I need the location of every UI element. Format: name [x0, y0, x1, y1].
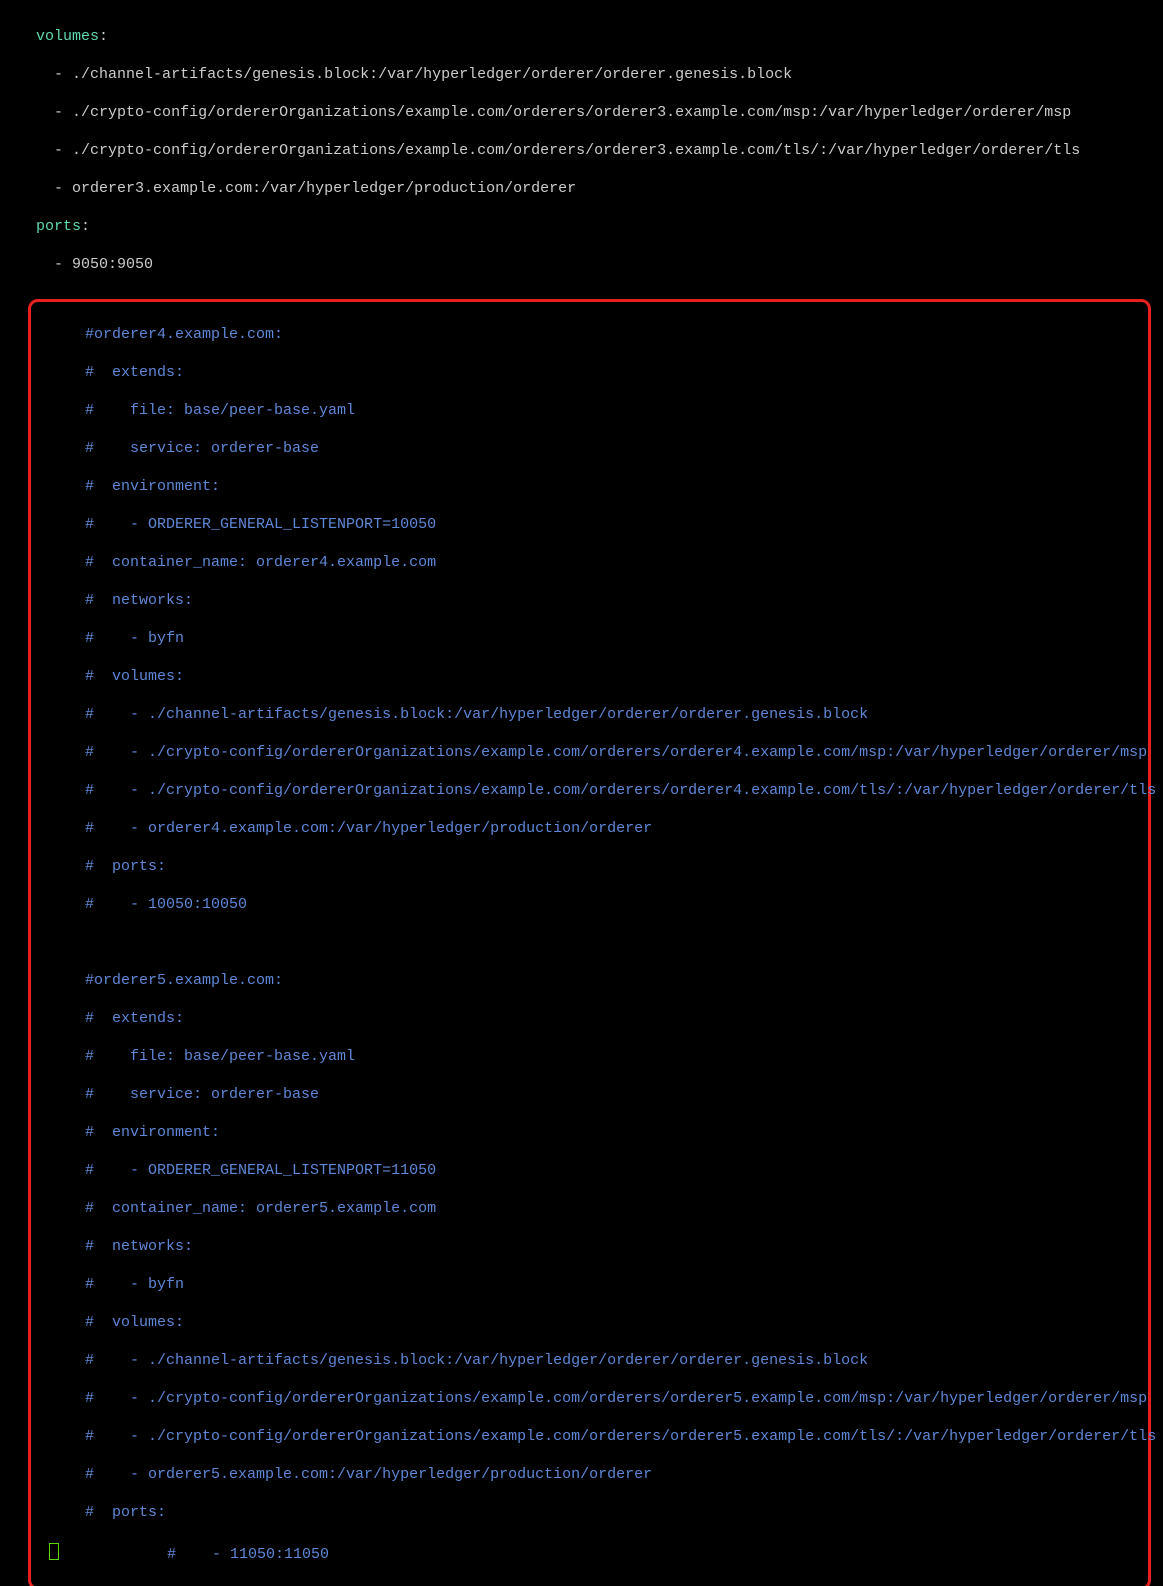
comment-line: # volumes:: [31, 1313, 1148, 1332]
comment-line: # file: base/peer-base.yaml: [31, 1047, 1148, 1066]
comment-line: # - ORDERER_GENERAL_LISTENPORT=11050: [31, 1161, 1148, 1180]
comment-line: # file: base/peer-base.yaml: [31, 401, 1148, 420]
comment-line: # extends:: [31, 363, 1148, 382]
comment-line: # environment:: [31, 1123, 1148, 1142]
yaml-volume-item: - ./crypto-config/ordererOrganizations/e…: [0, 103, 1163, 122]
comment-line: # ports:: [31, 1503, 1148, 1522]
comment-line: # - ./channel-artifacts/genesis.block:/v…: [31, 1351, 1148, 1370]
comment-line: # - ./channel-artifacts/genesis.block:/v…: [31, 705, 1148, 724]
comment-line: # environment:: [31, 477, 1148, 496]
comment-line: # container_name: orderer5.example.com: [31, 1199, 1148, 1218]
comment-line: #orderer5.example.com:: [31, 971, 1148, 990]
comment-line: # - ./crypto-config/ordererOrganizations…: [31, 781, 1148, 800]
comment-line: # volumes:: [31, 667, 1148, 686]
code-editor[interactable]: volumes: - ./channel-artifacts/genesis.b…: [0, 8, 1163, 1586]
yaml-volumes-key: volumes:: [0, 27, 1163, 46]
comment-line: # networks:: [31, 1237, 1148, 1256]
comment-line: # service: orderer-base: [31, 439, 1148, 458]
comment-line: # - byfn: [31, 1275, 1148, 1294]
comment-line: # - orderer5.example.com:/var/hyperledge…: [31, 1465, 1148, 1484]
comment-line: # networks:: [31, 591, 1148, 610]
comment-line: # - ./crypto-config/ordererOrganizations…: [31, 1389, 1148, 1408]
comment-line: # - orderer4.example.com:/var/hyperledge…: [31, 819, 1148, 838]
comment-line: # ports:: [31, 857, 1148, 876]
yaml-volume-item: - ./crypto-config/ordererOrganizations/e…: [0, 141, 1163, 160]
comment-line: # - ./crypto-config/ordererOrganizations…: [31, 1427, 1148, 1446]
comment-line: # service: orderer-base: [31, 1085, 1148, 1104]
comment-line: # extends:: [31, 1009, 1148, 1028]
comment-line: # container_name: orderer4.example.com: [31, 553, 1148, 572]
yaml-ports-key: ports:: [0, 217, 1163, 236]
cursor-icon: [49, 1543, 59, 1560]
comment-line: # - byfn: [31, 629, 1148, 648]
yaml-volume-item: - orderer3.example.com:/var/hyperledger/…: [0, 179, 1163, 198]
comment-line: # - 11050:11050: [31, 1541, 1148, 1564]
yaml-volume-item: - ./channel-artifacts/genesis.block:/var…: [0, 65, 1163, 84]
comment-line: #orderer4.example.com:: [31, 325, 1148, 344]
blank-line: [31, 933, 1148, 952]
yaml-port-item: - 9050:9050: [0, 255, 1163, 274]
comment-line: # - ./crypto-config/ordererOrganizations…: [31, 743, 1148, 762]
comment-line: # - 10050:10050: [31, 895, 1148, 914]
comment-line: # - ORDERER_GENERAL_LISTENPORT=10050: [31, 515, 1148, 534]
highlighted-region: #orderer4.example.com: # extends: # file…: [28, 299, 1151, 1586]
